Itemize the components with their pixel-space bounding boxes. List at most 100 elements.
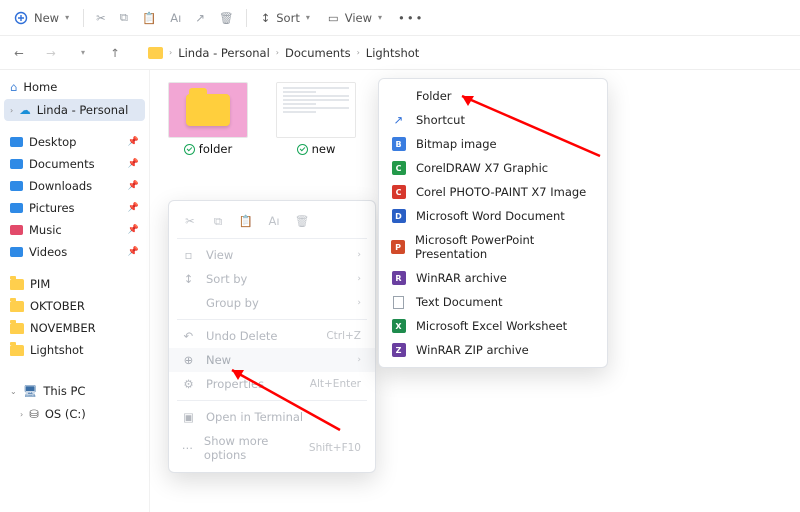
pc-icon: 🖥 [23, 384, 38, 398]
view-label: View [345, 11, 372, 25]
menuitem-new-txt[interactable]: Text Document [379, 290, 607, 314]
sidebar-item-documents[interactable]: Documents📌 [4, 153, 145, 175]
folder-icon [10, 279, 24, 290]
file-item[interactable]: folder [166, 82, 250, 156]
recent-button[interactable]: ▾ [72, 48, 94, 57]
menu-icon: ⊕ [181, 353, 196, 367]
context-menu[interactable]: ✂ ⧉ 📋 Aı 🗑 ▫View›↕Sort by›Group by› ↶Undo… [168, 200, 376, 473]
menuitem-label: CorelDRAW X7 Graphic [416, 161, 548, 175]
new-button[interactable]: New ▾ [6, 7, 77, 29]
share-button[interactable]: ↗ [189, 7, 211, 29]
sidebar-item-downloads[interactable]: Downloads📌 [4, 175, 145, 197]
menuitem-open-in-terminal[interactable]: ▣Open in Terminal [169, 405, 375, 429]
context-submenu-new[interactable]: Folder↗ShortcutBBitmap imageCCorelDRAW X… [378, 78, 608, 368]
chevron-down-icon: ▾ [306, 13, 310, 22]
shortcut-label: Alt+Enter [310, 378, 361, 390]
shortcut-icon: ↗ [394, 113, 404, 127]
paste-button[interactable]: 📋 [235, 210, 257, 232]
menuitem-label: Undo Delete [206, 329, 277, 343]
sidebar-item-thispc[interactable]: ⌄ 🖥 This PC [4, 380, 145, 402]
menuitem-new-docx[interactable]: DMicrosoft Word Document [379, 204, 607, 228]
plus-circle-icon [14, 11, 28, 25]
up-button[interactable]: ↑ [104, 46, 126, 60]
breadcrumb[interactable]: › Linda - Personal › Documents › Lightsh… [148, 46, 419, 60]
menuitem-undo-delete[interactable]: ↶Undo DeleteCtrl+Z [169, 324, 375, 348]
thumbnail [276, 82, 356, 138]
menuitem-new-cdr[interactable]: CCorelDRAW X7 Graphic [379, 156, 607, 180]
sidebar: ⌂ Home › ☁ Linda - Personal Desktop📌Docu… [0, 70, 150, 512]
breadcrumb-segment[interactable]: Documents [285, 46, 351, 60]
sidebar-item-home[interactable]: ⌂ Home [4, 76, 145, 98]
view-button[interactable]: ▭ View ▾ [320, 7, 390, 29]
folder-icon [10, 301, 24, 312]
folder-icon [148, 47, 163, 59]
menuitem-label: Show more options [204, 434, 299, 462]
menuitem-new-folder[interactable]: Folder [379, 84, 607, 108]
file-icon: R [392, 271, 406, 285]
file-label: folder [184, 142, 232, 156]
sort-button[interactable]: ↕ Sort ▾ [253, 7, 318, 29]
file-icon: B [392, 137, 406, 151]
pin-icon: 📌 [128, 225, 139, 235]
disk-icon: ⛁ [29, 407, 39, 421]
menuitem-group-by[interactable]: Group by› [169, 291, 375, 315]
pin-icon: 📌 [128, 159, 139, 169]
sidebar-item-drive[interactable]: › ⛁ OS (C:) [4, 403, 145, 425]
copy-button[interactable]: ⧉ [207, 210, 229, 232]
breadcrumb-segment[interactable]: Lightshot [366, 46, 420, 60]
file-item[interactable]: new [274, 82, 358, 156]
menuitem-new-bmp[interactable]: BBitmap image [379, 132, 607, 156]
delete-button[interactable]: 🗑 [213, 7, 240, 29]
menuitem-show-more-options[interactable]: ⋯Show more optionsShift+F10 [169, 429, 375, 467]
more-button[interactable]: ••• [392, 7, 430, 29]
delete-button[interactable]: 🗑 [291, 210, 313, 232]
sidebar-item-desktop[interactable]: Desktop📌 [4, 131, 145, 153]
menuitem-label: Sort by [206, 272, 247, 286]
file-icon: P [391, 240, 405, 254]
cut-button[interactable]: ✂ [179, 210, 201, 232]
pin-icon: 📌 [128, 137, 139, 147]
menuitem-new-cpt[interactable]: CCorel PHOTO-PAINT X7 Image [379, 180, 607, 204]
chevron-right-icon: › [357, 298, 361, 308]
back-button[interactable]: ← [8, 46, 30, 60]
menuitem-new-xlsx[interactable]: XMicrosoft Excel Worksheet [379, 314, 607, 338]
paste-button[interactable]: 📋 [136, 7, 162, 29]
copy-button[interactable]: ⧉ [114, 6, 134, 29]
menuitem-new-pptx[interactable]: PMicrosoft PowerPoint Presentation [379, 228, 607, 266]
content-pane[interactable]: foldernewwindo ✂ ⧉ 📋 Aı 🗑 ▫View›↕Sort by… [150, 70, 800, 512]
view-icon: ▭ [328, 11, 339, 25]
sidebar-item-music[interactable]: Music📌 [4, 219, 145, 241]
menuitem-label: Text Document [416, 295, 503, 309]
folder-icon [10, 181, 23, 191]
new-label: New [34, 11, 59, 25]
menu-icon: ▣ [181, 410, 196, 424]
sidebar-item-label: OKTOBER [30, 299, 85, 313]
menuitem-new-rar[interactable]: RWinRAR archive [379, 266, 607, 290]
menuitem-properties[interactable]: ⚙PropertiesAlt+Enter [169, 372, 375, 396]
sidebar-item-cloud[interactable]: › ☁ Linda - Personal [4, 99, 145, 121]
menuitem-new[interactable]: ⊕New› [169, 348, 375, 372]
menuitem-label: Corel PHOTO-PAINT X7 Image [416, 185, 586, 199]
sidebar-item-label: Home [23, 80, 57, 94]
rename-button[interactable]: Aı [164, 7, 187, 29]
ellipsis-icon: ••• [398, 11, 424, 25]
sync-ok-icon [184, 144, 195, 155]
file-icon: X [392, 319, 406, 333]
sidebar-item-label: PIM [30, 277, 50, 291]
menuitem-sort-by[interactable]: ↕Sort by› [169, 267, 375, 291]
sidebar-item-lightshot[interactable]: Lightshot [4, 339, 145, 361]
cut-button[interactable]: ✂ [90, 7, 112, 29]
rename-button[interactable]: Aı [263, 210, 285, 232]
folder-icon [10, 323, 24, 334]
sidebar-item-november[interactable]: NOVEMBER [4, 317, 145, 339]
menuitem-new-shortcut[interactable]: ↗Shortcut [379, 108, 607, 132]
menuitem-view[interactable]: ▫View› [169, 243, 375, 267]
sidebar-item-pim[interactable]: PIM [4, 273, 145, 295]
forward-button[interactable]: → [40, 46, 62, 60]
menuitem-new-zip[interactable]: ZWinRAR ZIP archive [379, 338, 607, 362]
sidebar-item-videos[interactable]: Videos📌 [4, 241, 145, 263]
sidebar-item-pictures[interactable]: Pictures📌 [4, 197, 145, 219]
sidebar-item-label: Linda - Personal [37, 103, 129, 117]
breadcrumb-segment[interactable]: Linda - Personal [178, 46, 270, 60]
sidebar-item-oktober[interactable]: OKTOBER [4, 295, 145, 317]
